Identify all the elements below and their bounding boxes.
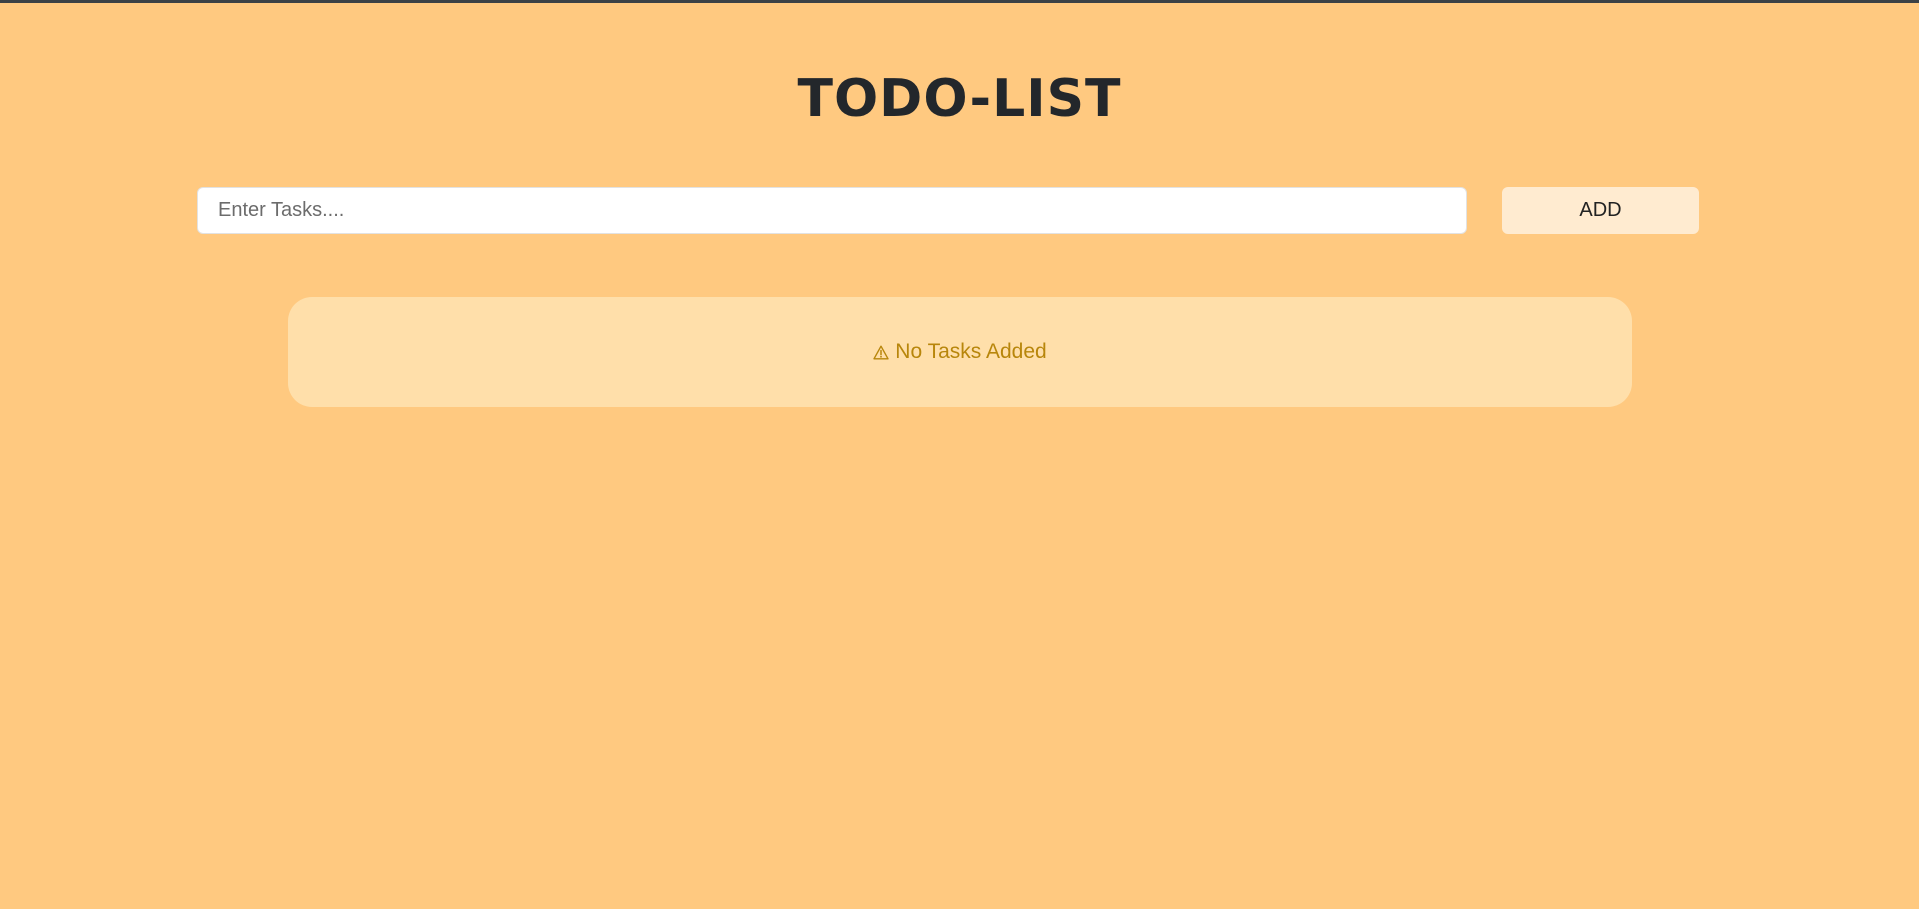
empty-tasks-message: No Tasks Added [895, 340, 1047, 363]
empty-tasks-panel: No Tasks Added [288, 297, 1632, 407]
task-input[interactable] [197, 187, 1467, 234]
page-title: TODO-LIST [797, 69, 1122, 129]
add-task-button[interactable]: ADD [1502, 187, 1699, 234]
warning-icon [873, 345, 889, 360]
